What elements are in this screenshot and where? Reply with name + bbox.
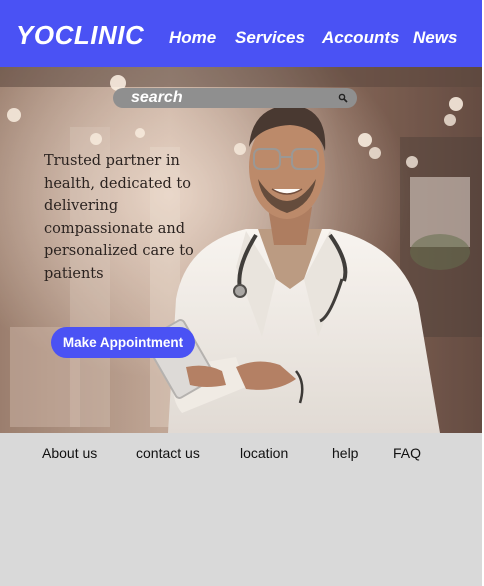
nav-link-services[interactable]: Services — [235, 28, 305, 48]
search-bar[interactable] — [113, 88, 357, 108]
nav-link-home[interactable]: Home — [169, 28, 216, 48]
site-header: YOCLINIC Home Services Accounts News — [0, 0, 484, 67]
footer-link-location[interactable]: location — [240, 445, 288, 461]
hero-tagline: Trusted partner in health, dedicated to … — [44, 153, 194, 282]
make-appointment-button[interactable]: Make Appointment — [51, 327, 195, 358]
footer-link-faq[interactable]: FAQ — [393, 445, 421, 461]
footer-link-contact[interactable]: contact us — [136, 445, 200, 461]
site-logo[interactable]: YOCLINIC — [16, 20, 144, 51]
nav-link-news[interactable]: News — [413, 28, 457, 48]
search-input[interactable] — [131, 88, 331, 108]
search-icon[interactable] — [338, 93, 348, 103]
site-footer: About us contact us location help FAQ — [0, 433, 484, 586]
footer-link-help[interactable]: help — [332, 445, 358, 461]
footer-link-about[interactable]: About us — [42, 445, 97, 461]
nav-link-accounts[interactable]: Accounts — [322, 28, 399, 48]
hero-section: Trusted partner in health, dedicated to … — [0, 67, 484, 433]
